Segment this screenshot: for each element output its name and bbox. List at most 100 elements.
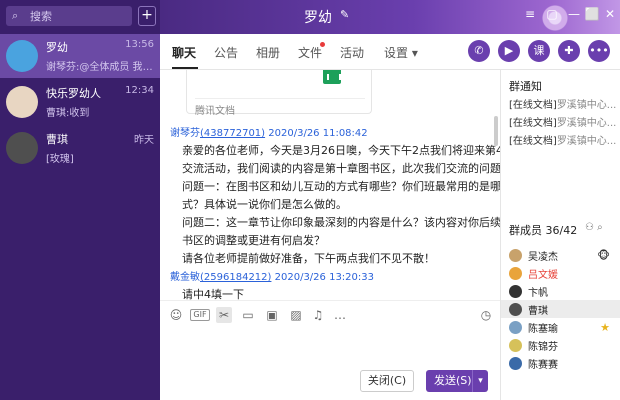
close-icon[interactable]: ✕ (602, 7, 618, 21)
chat-preview: [玫瑰] (46, 154, 74, 165)
chat-name: 快乐罗幼人 (46, 87, 101, 100)
notice-tag: [在线文档] (509, 100, 557, 111)
avatar (509, 248, 522, 262)
chat-name: 罗幼 (46, 41, 68, 54)
tab-underline (172, 67, 198, 69)
sender-qq[interactable]: (2596184212) (200, 272, 271, 283)
chat-preview: 谢琴芬:@全体成员 我们在... (46, 62, 154, 73)
menu-icon[interactable]: ≡ (522, 7, 538, 21)
bell-icon[interactable]: ♫ (310, 307, 326, 323)
image-icon[interactable]: ▣ (264, 307, 280, 323)
restore-icon[interactable]: ▢ (544, 7, 560, 21)
add-button[interactable]: + (138, 6, 156, 26)
message-header: 谢琴芬(438772701) 2020/3/26 11:08:42 (170, 124, 368, 139)
search-input[interactable]: ⌕ 搜索 (6, 6, 132, 26)
member-item[interactable]: 吕文媛 (501, 264, 620, 282)
avatar (6, 132, 38, 164)
message-list: 腾讯文档 谢琴芬(438772701) 2020/3/26 11:08:42 亲… (160, 70, 500, 300)
member-name: 陈塞瑜 (528, 323, 558, 335)
scissors-icon[interactable]: ✂ (216, 307, 232, 323)
sender-qq[interactable]: (438772701) (200, 128, 265, 139)
monkey-badge-icon: 🐵 (597, 248, 610, 262)
avatar (509, 284, 522, 298)
input-toolbar: ☺ GIF ✂ ▭ ▣ ▨ ♫ … ◷ (160, 300, 500, 328)
group-notice-title: 群通知 (509, 80, 542, 93)
notice-item[interactable]: [在线文档]罗溪镇中心... (509, 132, 616, 147)
edit-icon[interactable]: ✎ (340, 8, 349, 21)
message-text: 式？具体说一说你们是怎么做的。 (182, 198, 347, 211)
message-text: 请中4填一下 (182, 288, 244, 300)
sender-name[interactable]: 谢琴芬 (170, 128, 200, 139)
message-text: 亲爱的各位老师，今天是3月26日噢，今天下午2点我们将迎来第4次读书 (182, 144, 500, 157)
avatar (6, 40, 38, 72)
close-button[interactable]: 关闭(C) (360, 370, 414, 392)
member-item[interactable]: 吴凌杰 🐵 (501, 246, 620, 264)
message-text: 书区的调整或更进有何启发？ (182, 234, 325, 247)
chat-time: 昨天 (134, 135, 154, 146)
star-badge-icon: ★ (600, 320, 610, 334)
title-bar: 罗幼 ✎ ≡ ▢ — ⬜ ✕ (160, 0, 620, 34)
window-title: 罗幼 (304, 10, 332, 26)
notice-item[interactable]: [在线文档]罗溪镇中心... (509, 96, 616, 111)
smile-icon[interactable]: ☺ (168, 307, 184, 323)
tab-files[interactable]: 文件 (298, 44, 322, 61)
invite-icon[interactable]: ⚇ (585, 222, 594, 233)
doc-card[interactable]: 腾讯文档 (186, 70, 372, 117)
chat-item[interactable]: 快乐罗幼人 12:34 曹琪:收到 (0, 80, 160, 124)
minimize-icon[interactable]: — (566, 7, 582, 21)
gif-icon[interactable]: GIF (190, 309, 210, 321)
avatar (6, 86, 38, 118)
tab-bar: 聊天 公告 相册 文件 活动 设置 ▾ ✆ ▶ 课 ✚ ••• (160, 34, 620, 70)
tab-album[interactable]: 相册 (256, 44, 280, 61)
sender-name[interactable]: 戴金敏 (170, 272, 200, 283)
more-button[interactable]: ••• (588, 40, 610, 62)
member-item[interactable]: 陈塞瑜 ★ (501, 318, 620, 336)
maximize-icon[interactable]: ⬜ (584, 7, 600, 21)
search-member-icon[interactable]: ⌕ (597, 222, 603, 233)
chat-name: 曹琪 (46, 133, 68, 146)
member-name: 吴凌杰 (528, 251, 558, 263)
group-panel: 群通知 [在线文档]罗溪镇中心... [在线文档]罗溪镇中心... [在线文档]… (500, 70, 620, 400)
member-name: 卞帆 (528, 287, 548, 299)
more-icon[interactable]: … (332, 307, 348, 323)
member-item[interactable]: 卞帆 (501, 282, 620, 300)
send-options-icon[interactable]: ▾ (472, 370, 488, 392)
chat-item[interactable]: 罗幼 13:56 谢琴芬:@全体成员 我们在... (0, 34, 160, 78)
member-item[interactable]: 陈锦芬 (501, 336, 620, 354)
message-text: 问题二：这一章节让你印象最深刻的内容是什么？该内容对你后续班级图 (182, 216, 500, 229)
search-placeholder: 搜索 (30, 10, 52, 23)
notice-text: 罗溪镇中心... (556, 100, 617, 111)
chat-time: 13:56 (125, 39, 154, 50)
tab-settings[interactable]: 设置 ▾ (384, 44, 418, 61)
member-item[interactable]: 陈赛赛 (501, 354, 620, 372)
tab-chat[interactable]: 聊天 (172, 44, 196, 61)
message-text: 请各位老师提前做好准备，下午两点我们不见不散！ (182, 252, 435, 265)
tab-notice[interactable]: 公告 (214, 44, 238, 61)
member-count: 群成员 36/42 (509, 224, 578, 237)
video-call-button[interactable]: ▶ (498, 40, 520, 62)
add-app-button[interactable]: ✚ (558, 40, 580, 62)
tencent-doc-icon (323, 70, 341, 84)
tab-activity[interactable]: 活动 (340, 44, 364, 61)
avatar (509, 302, 522, 316)
folder-icon[interactable]: ▭ (240, 307, 256, 323)
scrollbar[interactable] (494, 116, 498, 146)
voice-call-button[interactable]: ✆ (468, 40, 490, 62)
unread-dot (320, 42, 325, 47)
message-time: 2020/3/26 11:08:42 (268, 128, 368, 139)
doc-card-label: 腾讯文档 (195, 98, 365, 117)
notice-tag: [在线文档] (509, 118, 557, 129)
chat-time: 12:34 (125, 85, 154, 96)
message-input[interactable]: 关闭(C) 发送(S) ▾ (160, 328, 500, 400)
picture-icon[interactable]: ▨ (288, 307, 304, 323)
notice-item[interactable]: [在线文档]罗溪镇中心... (509, 114, 616, 129)
avatar (509, 356, 522, 370)
member-name: 曹琪 (528, 305, 548, 317)
class-button[interactable]: 课 (528, 40, 550, 62)
member-name: 吕文媛 (528, 269, 558, 281)
notice-text: 罗溪镇中心... (556, 136, 617, 147)
send-button[interactable]: 发送(S) ▾ (426, 370, 488, 392)
chat-item[interactable]: 曹琪 昨天 [玫瑰] (0, 126, 160, 170)
member-item[interactable]: 曹琪 (501, 300, 620, 318)
history-icon[interactable]: ◷ (478, 307, 494, 323)
